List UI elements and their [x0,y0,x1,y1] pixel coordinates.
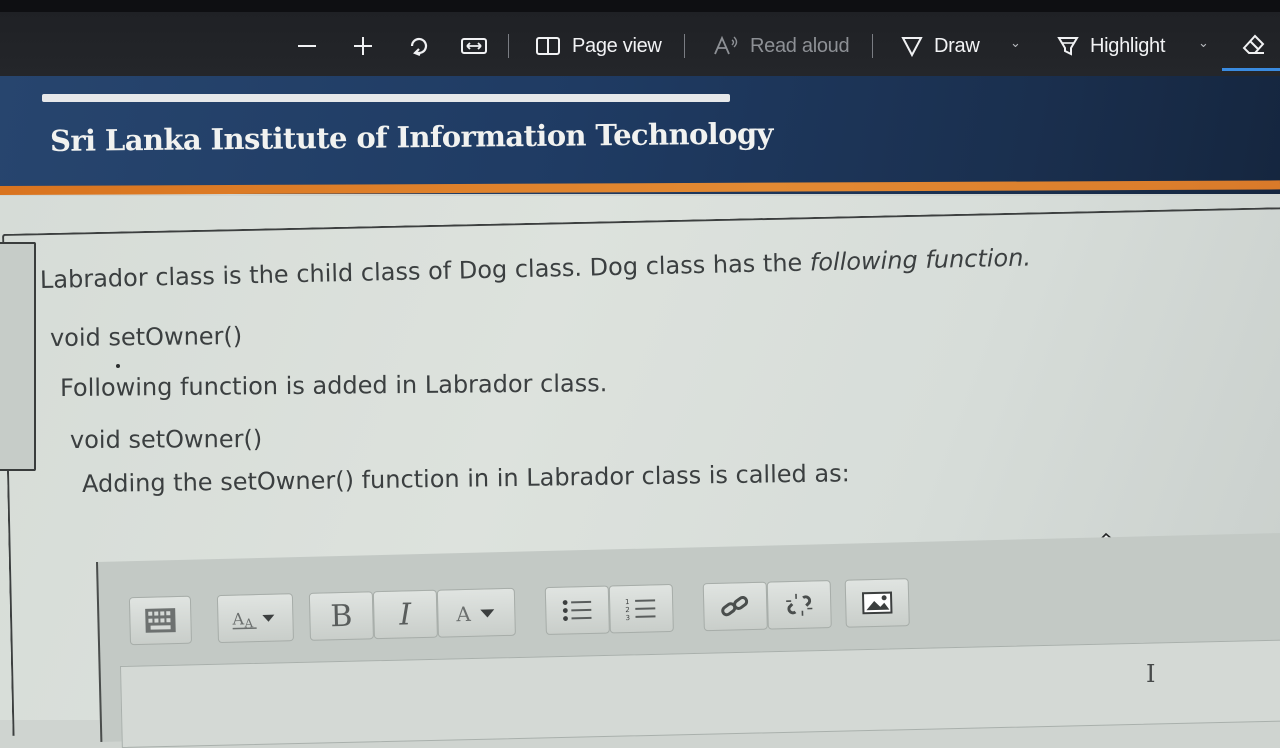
highlight-button[interactable]: Highlight [1056,28,1165,64]
fit-width-button[interactable] [460,28,488,64]
plus-icon [352,35,374,57]
eraser-button[interactable] [1222,22,1280,71]
svg-text:1: 1 [625,598,630,606]
read-aloud-icon [712,34,740,58]
question-line-3: Following function is added in Labrador … [60,369,608,402]
text-color-icon: A [450,599,503,626]
banner-rule [42,94,730,102]
title-strip [0,0,1280,12]
toolbar-separator [508,34,509,58]
toolbar-separator [872,34,873,58]
zoom-in-button[interactable] [352,28,374,64]
svg-text:A: A [231,609,244,628]
highlight-chevron-down-icon[interactable]: ⌄ [1198,36,1209,51]
unlink-icon [784,591,815,618]
code-line-2: void setOwner() [70,425,262,454]
toolbar-separator [684,34,685,58]
numbered-list-button[interactable]: 123 [609,584,674,634]
institution-name: Sri Lanka Institute of Information Techn… [50,116,773,158]
font-size-button[interactable]: AA [217,593,294,643]
text-cursor-icon: I [1146,660,1155,688]
stray-dot [116,364,120,368]
image-button[interactable] [845,578,910,628]
svg-text:3: 3 [625,614,630,622]
page-view-icon [534,34,562,58]
bold-label: B [330,598,353,634]
eraser-icon [1240,30,1268,58]
read-aloud-button[interactable]: Read aloud [712,28,849,64]
unlink-button[interactable] [767,580,832,630]
draw-label: Draw [934,35,979,58]
page-view-label: Page view [572,35,662,58]
draw-chevron-down-icon[interactable]: ⌄ [1010,36,1021,51]
draw-icon [900,34,924,58]
italic-label: I [399,597,412,632]
fit-width-icon [460,35,488,57]
highlighter-icon [1056,34,1080,58]
code-line-1: void setOwner() [50,322,242,352]
rotate-button[interactable] [406,28,432,64]
font-size-icon: AA [230,605,281,632]
rotate-icon [406,33,432,59]
bold-button[interactable]: B [309,591,374,641]
numbered-list-icon: 123 [625,595,658,622]
read-aloud-label: Read aloud [750,35,849,58]
zoom-out-button[interactable] [296,28,318,64]
header-banner: Sri Lanka Institute of Information Techn… [0,76,1280,194]
link-button[interactable] [703,582,768,632]
question-info-tab[interactable] [0,242,36,471]
question-line-1-italic: following function. [810,244,1032,277]
toolbar-toggle-button[interactable] [129,596,192,646]
draw-button[interactable]: Draw [900,28,979,64]
page-view-button[interactable]: Page view [534,28,662,64]
link-icon [720,593,751,620]
text-color-button[interactable]: A [437,588,516,638]
minus-icon [296,35,318,57]
keyboard-icon [144,607,177,634]
image-icon [861,590,894,617]
highlight-label: Highlight [1090,35,1165,58]
bullet-list-icon [561,597,594,624]
bullet-list-button[interactable] [545,585,610,635]
svg-text:2: 2 [625,606,630,614]
pdf-toolbar: Page view Read aloud Draw ⌄ Highlight ⌄ [0,0,1280,76]
svg-text:A: A [455,602,472,626]
italic-button[interactable]: I [373,590,438,640]
